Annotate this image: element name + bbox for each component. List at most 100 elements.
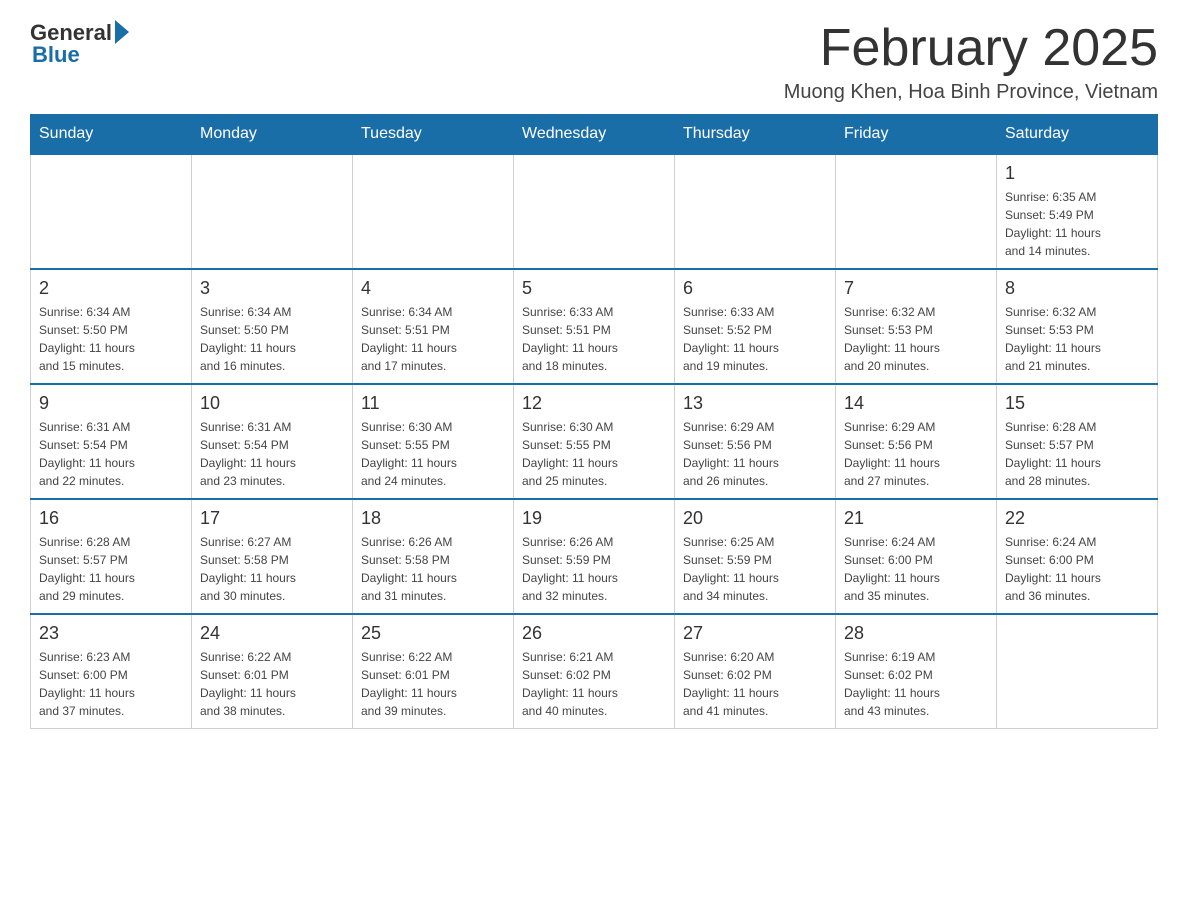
page-header: General Blue February 2025 Muong Khen, H… — [30, 20, 1158, 104]
day-info: Sunrise: 6:33 AMSunset: 5:51 PMDaylight:… — [522, 303, 666, 375]
day-number: 23 — [39, 623, 183, 644]
calendar-cell — [353, 154, 514, 269]
day-number: 3 — [200, 278, 344, 299]
day-number: 25 — [361, 623, 505, 644]
calendar-cell: 17 Sunrise: 6:27 AMSunset: 5:58 PMDayligh… — [192, 499, 353, 614]
day-info: Sunrise: 6:23 AMSunset: 6:00 PMDaylight:… — [39, 648, 183, 720]
calendar-cell: 10 Sunrise: 6:31 AMSunset: 5:54 PMDayligh… — [192, 384, 353, 499]
calendar-cell: 13Sunrise: 6:29 AMSunset: 5:56 PMDayligh… — [675, 384, 836, 499]
weekday-header-thursday: Thursday — [675, 115, 836, 155]
calendar-cell — [836, 154, 997, 269]
calendar-cell — [675, 154, 836, 269]
day-number: 16 — [39, 508, 183, 529]
day-info: Sunrise: 6:27 AMSunset: 5:58 PMDaylight:… — [200, 533, 344, 605]
day-info: Sunrise: 6:28 AMSunset: 5:57 PMDaylight:… — [39, 533, 183, 605]
day-number: 6 — [683, 278, 827, 299]
day-number: 5 — [522, 278, 666, 299]
day-info: Sunrise: 6:24 AMSunset: 6:00 PMDaylight:… — [844, 533, 988, 605]
day-number: 27 — [683, 623, 827, 644]
calendar-cell: 14 Sunrise: 6:29 AMSunset: 5:56 PMDayligh… — [836, 384, 997, 499]
day-info: Sunrise: 6:35 AMSunset: 5:49 PMDaylight:… — [1005, 188, 1149, 260]
calendar-cell: 20 Sunrise: 6:25 AMSunset: 5:59 PMDayligh… — [675, 499, 836, 614]
calendar-cell: 12 Sunrise: 6:30 AMSunset: 5:55 PMDayligh… — [514, 384, 675, 499]
title-area: February 2025 Muong Khen, Hoa Binh Provi… — [784, 20, 1158, 104]
calendar-cell — [31, 154, 192, 269]
calendar-cell: 2 Sunrise: 6:34 AMSunset: 5:50 PMDaylight… — [31, 269, 192, 384]
calendar-cell — [192, 154, 353, 269]
calendar-cell: 5 Sunrise: 6:33 AMSunset: 5:51 PMDaylight… — [514, 269, 675, 384]
day-info: Sunrise: 6:25 AMSunset: 5:59 PMDaylight:… — [683, 533, 827, 605]
day-info: Sunrise: 6:34 AMSunset: 5:51 PMDaylight:… — [361, 303, 505, 375]
calendar-cell: 19 Sunrise: 6:26 AMSunset: 5:59 PMDayligh… — [514, 499, 675, 614]
weekday-header-friday: Friday — [836, 115, 997, 155]
calendar-table: SundayMondayTuesdayWednesdayThursdayFrid… — [30, 114, 1158, 729]
calendar-cell: 15 Sunrise: 6:28 AMSunset: 5:57 PMDayligh… — [997, 384, 1158, 499]
day-info: Sunrise: 6:26 AMSunset: 5:59 PMDaylight:… — [522, 533, 666, 605]
logo-blue-text: Blue — [32, 42, 80, 68]
day-info: Sunrise: 6:26 AMSunset: 5:58 PMDaylight:… — [361, 533, 505, 605]
weekday-header-row: SundayMondayTuesdayWednesdayThursdayFrid… — [31, 115, 1158, 155]
day-info: Sunrise: 6:29 AMSunset: 5:56 PMDaylight:… — [844, 418, 988, 490]
day-info: Sunrise: 6:22 AMSunset: 6:01 PMDaylight:… — [200, 648, 344, 720]
calendar-cell: 3 Sunrise: 6:34 AMSunset: 5:50 PMDaylight… — [192, 269, 353, 384]
day-info: Sunrise: 6:34 AMSunset: 5:50 PMDaylight:… — [200, 303, 344, 375]
day-number: 26 — [522, 623, 666, 644]
calendar-cell — [997, 614, 1158, 729]
week-row-2: 9Sunrise: 6:31 AMSunset: 5:54 PMDaylight… — [31, 384, 1158, 499]
calendar-cell: 4 Sunrise: 6:34 AMSunset: 5:51 PMDaylight… — [353, 269, 514, 384]
calendar-cell: 11 Sunrise: 6:30 AMSunset: 5:55 PMDayligh… — [353, 384, 514, 499]
day-info: Sunrise: 6:32 AMSunset: 5:53 PMDaylight:… — [844, 303, 988, 375]
weekday-header-tuesday: Tuesday — [353, 115, 514, 155]
calendar-cell: 25 Sunrise: 6:22 AMSunset: 6:01 PMDayligh… — [353, 614, 514, 729]
day-number: 20 — [683, 508, 827, 529]
calendar-cell: 23 Sunrise: 6:23 AMSunset: 6:00 PMDayligh… — [31, 614, 192, 729]
calendar-cell — [514, 154, 675, 269]
calendar-cell: 6 Sunrise: 6:33 AMSunset: 5:52 PMDaylight… — [675, 269, 836, 384]
calendar-cell: 24 Sunrise: 6:22 AMSunset: 6:01 PMDayligh… — [192, 614, 353, 729]
day-info: Sunrise: 6:19 AMSunset: 6:02 PMDaylight:… — [844, 648, 988, 720]
day-info: Sunrise: 6:32 AMSunset: 5:53 PMDaylight:… — [1005, 303, 1149, 375]
calendar-cell: 27 Sunrise: 6:20 AMSunset: 6:02 PMDayligh… — [675, 614, 836, 729]
day-number: 11 — [361, 393, 505, 414]
calendar-cell: 8 Sunrise: 6:32 AMSunset: 5:53 PMDaylight… — [997, 269, 1158, 384]
day-info: Sunrise: 6:31 AMSunset: 5:54 PMDaylight:… — [200, 418, 344, 490]
logo: General Blue — [30, 20, 129, 68]
day-info: Sunrise: 6:30 AMSunset: 5:55 PMDaylight:… — [522, 418, 666, 490]
calendar-cell: 18 Sunrise: 6:26 AMSunset: 5:58 PMDayligh… — [353, 499, 514, 614]
day-number: 10 — [200, 393, 344, 414]
calendar-cell: 16 Sunrise: 6:28 AMSunset: 5:57 PMDayligh… — [31, 499, 192, 614]
day-number: 18 — [361, 508, 505, 529]
day-info: Sunrise: 6:28 AMSunset: 5:57 PMDaylight:… — [1005, 418, 1149, 490]
day-number: 7 — [844, 278, 988, 299]
day-number: 15 — [1005, 393, 1149, 414]
day-info: Sunrise: 6:33 AMSunset: 5:52 PMDaylight:… — [683, 303, 827, 375]
day-number: 17 — [200, 508, 344, 529]
day-info: Sunrise: 6:22 AMSunset: 6:01 PMDaylight:… — [361, 648, 505, 720]
day-number: 4 — [361, 278, 505, 299]
calendar-body: 1 Sunrise: 6:35 AMSunset: 5:49 PMDaylight… — [31, 154, 1158, 729]
calendar-cell: 21 Sunrise: 6:24 AMSunset: 6:00 PMDayligh… — [836, 499, 997, 614]
day-info: Sunrise: 6:20 AMSunset: 6:02 PMDaylight:… — [683, 648, 827, 720]
week-row-0: 1 Sunrise: 6:35 AMSunset: 5:49 PMDaylight… — [31, 154, 1158, 269]
day-number: 21 — [844, 508, 988, 529]
day-info: Sunrise: 6:24 AMSunset: 6:00 PMDaylight:… — [1005, 533, 1149, 605]
weekday-header-wednesday: Wednesday — [514, 115, 675, 155]
day-number: 24 — [200, 623, 344, 644]
day-number: 22 — [1005, 508, 1149, 529]
weekday-header-sunday: Sunday — [31, 115, 192, 155]
day-number: 1 — [1005, 163, 1149, 184]
day-info: Sunrise: 6:21 AMSunset: 6:02 PMDaylight:… — [522, 648, 666, 720]
weekday-header-saturday: Saturday — [997, 115, 1158, 155]
day-number: 12 — [522, 393, 666, 414]
day-number: 14 — [844, 393, 988, 414]
day-number: 19 — [522, 508, 666, 529]
day-number: 13 — [683, 393, 827, 414]
day-number: 8 — [1005, 278, 1149, 299]
day-number: 2 — [39, 278, 183, 299]
day-info: Sunrise: 6:31 AMSunset: 5:54 PMDaylight:… — [39, 418, 183, 490]
calendar-cell: 7 Sunrise: 6:32 AMSunset: 5:53 PMDaylight… — [836, 269, 997, 384]
day-number: 28 — [844, 623, 988, 644]
day-info: Sunrise: 6:30 AMSunset: 5:55 PMDaylight:… — [361, 418, 505, 490]
week-row-1: 2 Sunrise: 6:34 AMSunset: 5:50 PMDaylight… — [31, 269, 1158, 384]
day-info: Sunrise: 6:34 AMSunset: 5:50 PMDaylight:… — [39, 303, 183, 375]
